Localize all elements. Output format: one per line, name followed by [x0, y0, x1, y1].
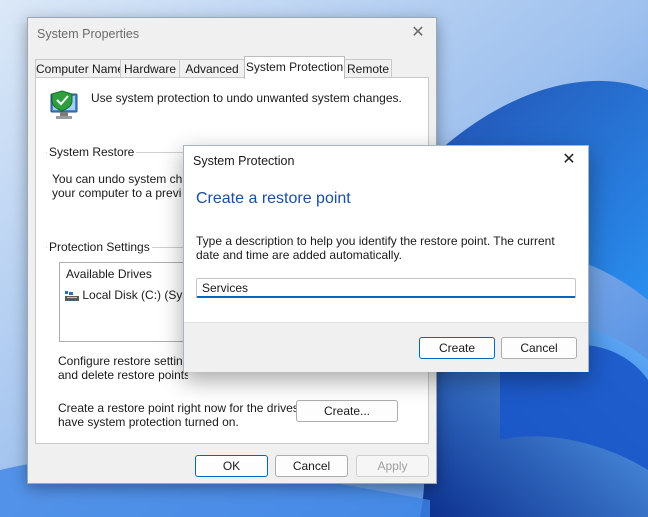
system-protection-icon [50, 90, 78, 119]
tab-advanced[interactable]: Advanced [179, 59, 245, 78]
window-title: System Properties [37, 27, 140, 41]
drives-column-header: Available Drives [66, 267, 152, 281]
tab-hardware[interactable]: Hardware [120, 59, 180, 78]
configure-description: Configure restore settings, m and delete… [58, 354, 188, 382]
create-restore-point-dialog: System Protection ✕ Create a restore poi… [183, 145, 589, 372]
tab-system-protection[interactable]: System Protection [244, 56, 345, 79]
dialog-footer: Create Cancel [184, 322, 588, 372]
create-text-line2: have system protection turned on. [58, 415, 239, 429]
configure-text-line2: and delete restore points. [58, 368, 188, 382]
create-restore-point-button[interactable]: Create... [296, 400, 398, 422]
create-description: Create a restore point right now for the… [58, 401, 322, 429]
dialog-description: Type a description to help you identify … [196, 234, 555, 262]
system-restore-text-line1: You can undo system chang [52, 172, 182, 186]
dialog-cancel-button[interactable]: Cancel [501, 337, 577, 359]
dialog-title: System Protection [193, 154, 295, 168]
intro-text: Use system protection to undo unwanted s… [91, 91, 402, 105]
dialog-heading: Create a restore point [196, 190, 351, 207]
configure-text-line1: Configure restore settings, m [58, 354, 188, 368]
protection-settings-heading: Protection Settings [47, 240, 152, 254]
system-restore-description: You can undo system chang your computer … [52, 172, 182, 200]
tab-computer-name[interactable]: Computer Name [35, 59, 124, 78]
dialog-create-button[interactable]: Create [419, 337, 495, 359]
drive-icon [65, 290, 79, 301]
tab-remote[interactable]: Remote [344, 59, 392, 78]
restore-point-description-input[interactable] [196, 278, 576, 298]
system-restore-heading: System Restore [47, 145, 137, 159]
cancel-button[interactable]: Cancel [275, 455, 348, 477]
close-icon[interactable]: ✕ [559, 150, 579, 170]
create-text-line1: Create a restore point right now for the… [58, 401, 323, 415]
close-icon[interactable]: ✕ [408, 23, 428, 43]
system-restore-text-line2: your computer to a previous [52, 186, 182, 200]
apply-button: Apply [356, 455, 429, 477]
ok-button[interactable]: OK [195, 455, 268, 477]
